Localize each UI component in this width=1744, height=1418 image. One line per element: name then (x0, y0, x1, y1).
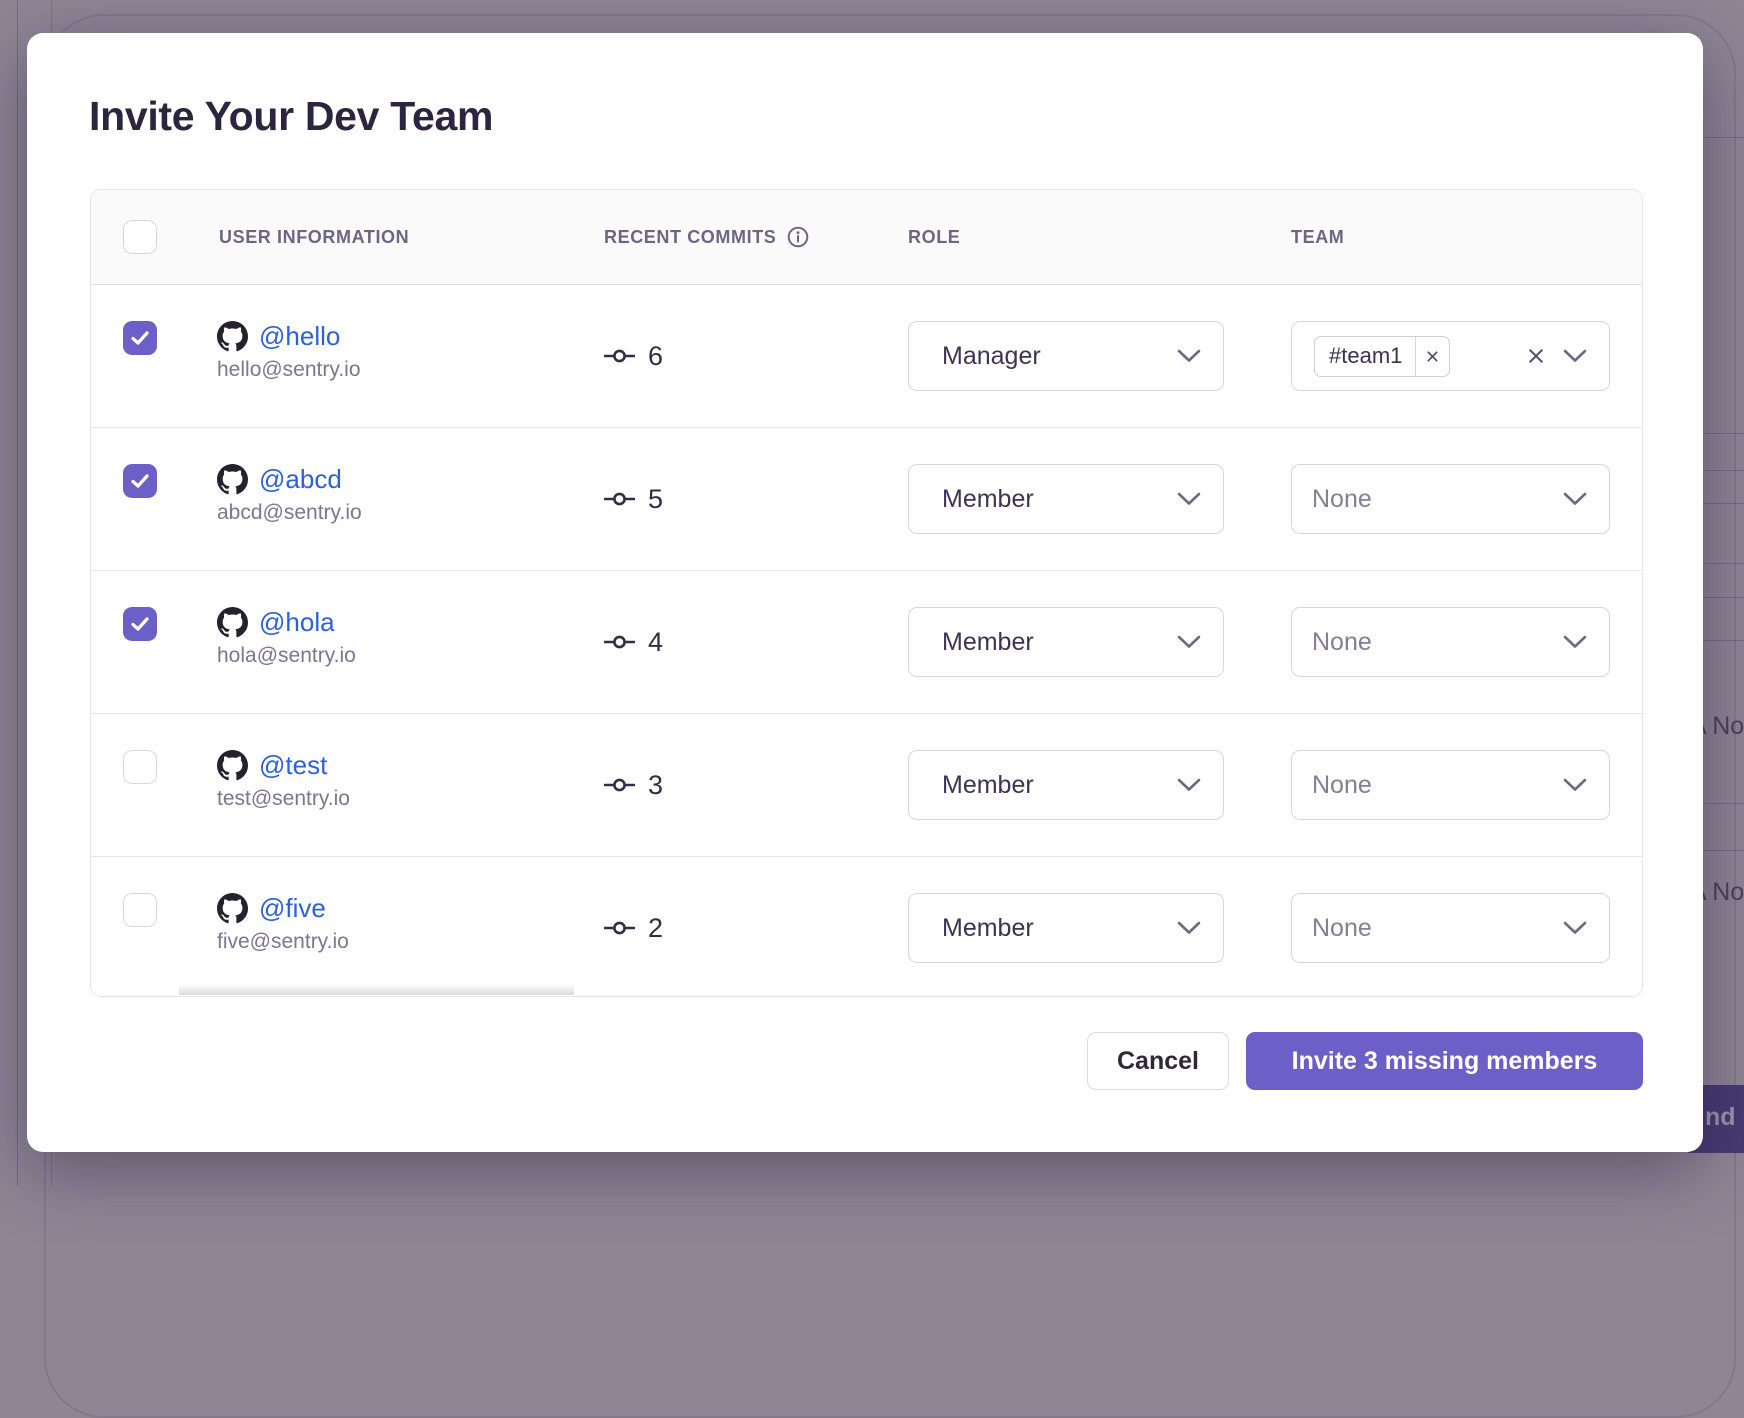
user-email: test@sentry.io (217, 787, 350, 811)
table-header-row: USER INFORMATION RECENT COMMITS ROLE TEA… (91, 190, 1642, 285)
row-checkbox[interactable] (123, 607, 157, 641)
chevron-down-icon (1177, 635, 1201, 649)
chevron-down-icon (1563, 349, 1587, 363)
check-icon (131, 331, 149, 345)
role-select[interactable]: Member (908, 464, 1224, 534)
recent-commits-cell: 3 (604, 714, 663, 856)
commit-count: 4 (648, 627, 663, 658)
role-select[interactable]: Member (908, 893, 1224, 963)
recent-commits-cell: 5 (604, 428, 663, 570)
column-header-role: ROLE (908, 190, 960, 284)
user-email: hola@sentry.io (217, 644, 356, 668)
team-value: None (1312, 914, 1372, 943)
team-value: None (1312, 485, 1372, 514)
table-body: @hello hello@sentry.io 6 Manager #team1 (91, 285, 1642, 997)
background-page-edge (17, 0, 18, 1186)
chevron-down-icon (1563, 635, 1587, 649)
recent-commits-cell: 6 (604, 285, 663, 427)
github-icon (217, 893, 248, 924)
remove-team-icon[interactable] (1415, 337, 1449, 376)
chevron-down-icon (1177, 349, 1201, 363)
git-commit-icon (604, 917, 635, 939)
git-commit-icon (604, 345, 635, 367)
git-commit-icon (604, 774, 635, 796)
table-row: @abcd abcd@sentry.io 5 Member (91, 428, 1642, 571)
user-email: hello@sentry.io (217, 358, 361, 382)
github-icon (217, 321, 248, 352)
invite-missing-members-button[interactable]: Invite 3 missing members (1246, 1032, 1643, 1090)
user-email: five@sentry.io (217, 930, 349, 954)
git-commit-icon (604, 488, 635, 510)
git-commit-icon (604, 631, 635, 653)
row-checkbox[interactable] (123, 750, 157, 784)
cancel-button-label: Cancel (1117, 1047, 1199, 1076)
role-select[interactable]: Member (908, 607, 1224, 677)
table-row: @test test@sentry.io 3 Member (91, 714, 1642, 857)
role-value: Member (942, 771, 1034, 800)
team-value: None (1312, 628, 1372, 657)
team-select[interactable]: #team1 (1291, 321, 1610, 391)
chevron-down-icon (1177, 921, 1201, 935)
role-value: Member (942, 628, 1034, 657)
github-icon (217, 750, 248, 781)
role-value: Manager (942, 342, 1041, 371)
recent-commits-cell: 4 (604, 571, 663, 713)
user-email: abcd@sentry.io (217, 501, 362, 525)
github-username-link[interactable]: @abcd (259, 464, 342, 495)
github-username-link[interactable]: @test (259, 750, 327, 781)
chevron-down-icon (1563, 492, 1587, 506)
check-icon (131, 474, 149, 488)
github-username-link[interactable]: @hola (259, 607, 335, 638)
dialog-title: Invite Your Dev Team (89, 93, 493, 140)
user-information-cell: @abcd abcd@sentry.io (217, 464, 362, 525)
team-select[interactable]: None (1291, 607, 1610, 677)
role-value: Member (942, 914, 1034, 943)
column-header-recent-commits: RECENT COMMITS (604, 190, 809, 284)
team-select[interactable]: None (1291, 750, 1610, 820)
github-icon (217, 464, 248, 495)
user-information-cell: @hola hola@sentry.io (217, 607, 356, 668)
invite-button-label: Invite 3 missing members (1292, 1047, 1598, 1076)
team-value: None (1312, 771, 1372, 800)
commit-count: 6 (648, 341, 663, 372)
user-information-cell: @hello hello@sentry.io (217, 321, 361, 382)
check-icon (131, 617, 149, 631)
recent-commits-label: RECENT COMMITS (604, 190, 776, 284)
commit-count: 2 (648, 913, 663, 944)
chevron-down-icon (1177, 778, 1201, 792)
row-checkbox[interactable] (123, 893, 157, 927)
role-select[interactable]: Member (908, 750, 1224, 820)
recent-commits-cell: 2 (604, 857, 663, 997)
user-information-cell: @five five@sentry.io (217, 893, 349, 954)
clear-team-icon[interactable] (1527, 347, 1545, 365)
select-all-checkbox[interactable] (123, 220, 157, 254)
column-header-team: TEAM (1291, 190, 1344, 284)
github-username-link[interactable]: @five (259, 893, 326, 924)
team-select[interactable]: None (1291, 893, 1610, 963)
github-username-link[interactable]: @hello (259, 321, 340, 352)
table-row: @hola hola@sentry.io 4 Member (91, 571, 1642, 714)
row-checkbox[interactable] (123, 464, 157, 498)
commit-count: 3 (648, 770, 663, 801)
background-button-fragment-label: nd (1705, 1103, 1736, 1132)
invite-dev-team-dialog: Invite Your Dev Team USER INFORMATION RE… (27, 33, 1703, 1152)
table-row: @five five@sentry.io 2 Member (91, 857, 1642, 997)
chevron-down-icon (1563, 778, 1587, 792)
chevron-down-icon (1563, 921, 1587, 935)
cancel-button[interactable]: Cancel (1087, 1032, 1229, 1090)
team-tag-label: #team1 (1315, 343, 1415, 369)
team-select[interactable]: None (1291, 464, 1610, 534)
github-icon (217, 607, 248, 638)
column-header-user-information: USER INFORMATION (219, 190, 409, 284)
team-tag: #team1 (1314, 336, 1450, 377)
invite-members-table: USER INFORMATION RECENT COMMITS ROLE TEA… (90, 189, 1643, 997)
row-checkbox[interactable] (123, 321, 157, 355)
chevron-down-icon (1177, 492, 1201, 506)
info-icon[interactable] (787, 226, 809, 248)
table-row: @hello hello@sentry.io 6 Manager #team1 (91, 285, 1642, 428)
commit-count: 5 (648, 484, 663, 515)
role-select[interactable]: Manager (908, 321, 1224, 391)
role-value: Member (942, 485, 1034, 514)
user-information-cell: @test test@sentry.io (217, 750, 350, 811)
